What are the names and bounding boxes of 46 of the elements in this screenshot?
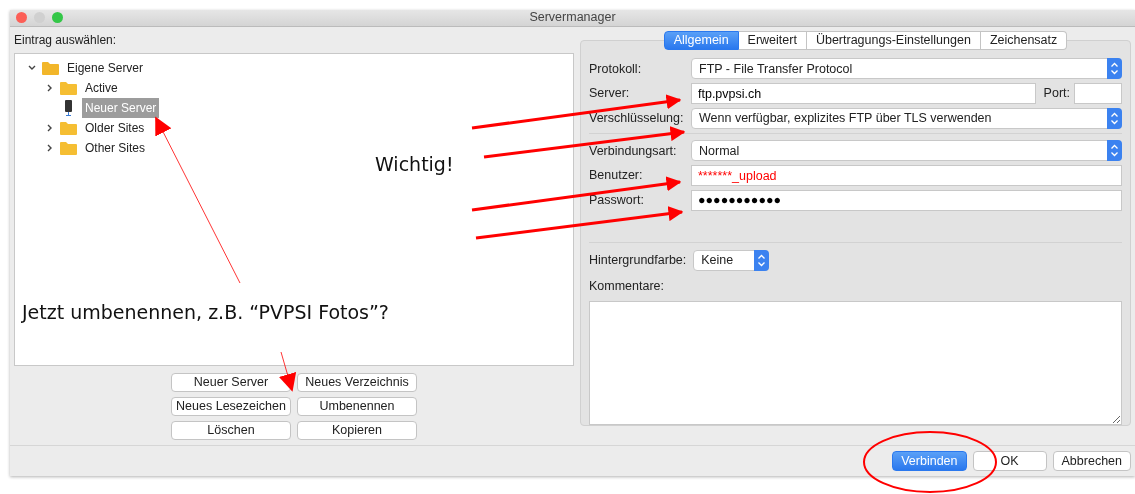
dropdown-field[interactable]: Keine [693, 250, 770, 272]
field-label: Kommentare: [589, 277, 665, 295]
tree-action-button[interactable]: Löschen [171, 420, 291, 440]
settings-tab[interactable]: Zeichensatz [980, 30, 1068, 50]
field-label: Passwort: [589, 191, 645, 209]
field-label: Port: [1043, 85, 1070, 103]
field-label: Protokoll: [589, 60, 643, 78]
field-label: Benutzer: [589, 167, 644, 185]
stepper-icon[interactable] [1107, 140, 1122, 162]
settings-tab[interactable]: Übertragungs-Einstellungen [806, 30, 981, 50]
window-title: Servermanager [529, 9, 616, 27]
stepper-icon[interactable] [1107, 107, 1122, 129]
dialog-button[interactable]: OK [972, 450, 1047, 471]
dropdown-field[interactable]: Normal [691, 140, 1122, 162]
dropdown-field[interactable]: FTP - File Transfer Protocol [691, 58, 1122, 80]
folder-icon [60, 80, 77, 95]
annotation-text: Jetzt umbenennen, z.B. “PVPSI Fotos”? [22, 300, 389, 325]
tree-item[interactable]: Active [82, 77, 121, 98]
tree-action-button[interactable]: Kopieren [297, 420, 417, 440]
field-label: Verbindungsart: [589, 142, 678, 160]
folder-icon [60, 140, 77, 155]
field-label: Hintergrundfarbe: [589, 252, 687, 270]
folder-icon [42, 60, 59, 75]
tree-action-button[interactable]: Neues Lesezeichen [171, 396, 291, 416]
entry-label: Eintrag auswählen: [14, 31, 118, 49]
annotation-text: Wichtig! [375, 152, 454, 177]
input-field[interactable]: ftp.pvpsi.ch [691, 83, 1036, 105]
field-label: Verschlüsselung: [589, 109, 685, 127]
comments-field[interactable] [589, 300, 1122, 425]
window-control-button[interactable] [16, 12, 27, 24]
field-label: Server: [589, 85, 631, 103]
tree-action-button[interactable]: Umbenennen [297, 396, 417, 416]
input-field[interactable]: *******_upload [691, 165, 1122, 187]
stepper-icon[interactable] [754, 250, 770, 272]
tree-item[interactable]: Other Sites [82, 137, 149, 158]
input-field[interactable] [1074, 83, 1122, 105]
input-field[interactable]: ●●●●●●●●●●● [691, 189, 1122, 211]
tree-item[interactable]: Eigene Server [64, 57, 147, 78]
stepper-icon[interactable] [1107, 58, 1122, 80]
tree-action-button[interactable]: Neuer Server [171, 372, 291, 392]
folder-icon [60, 120, 77, 135]
settings-tab[interactable]: Erweitert [738, 30, 807, 50]
dropdown-field[interactable]: Wenn verfügbar, explizites FTP über TLS verwenden [691, 107, 1122, 129]
tree-item[interactable]: Older Sites [82, 117, 148, 138]
dialog-button[interactable]: Abbrechen [1052, 450, 1131, 471]
tree-action-button[interactable]: Neues Verzeichnis [297, 372, 417, 392]
